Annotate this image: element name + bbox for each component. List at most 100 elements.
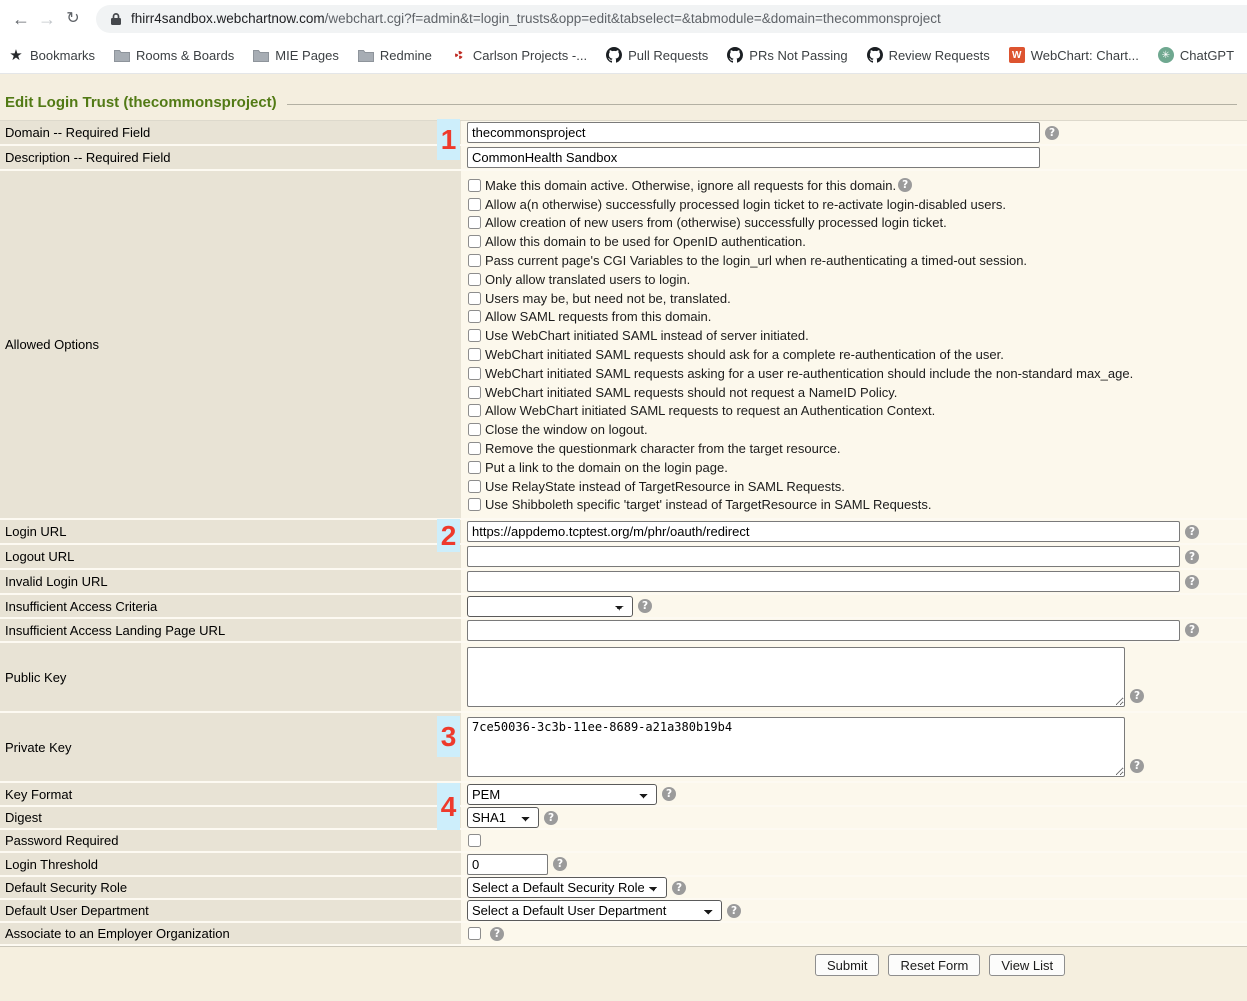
allowed-option-checkbox[interactable] [468,216,481,229]
logout-url-input[interactable] [467,546,1180,567]
allowed-option[interactable]: WebChart initiated SAML requests should … [467,345,1133,364]
bookmark-prs-not-passing[interactable]: PRs Not Passing [727,47,847,63]
view-list-button[interactable]: View List [989,954,1065,976]
private-key-textarea[interactable]: 7ce50036-3c3b-11ee-8689-a21a380b19b4 [467,717,1125,777]
digest-select[interactable]: SHA1 [467,807,539,828]
bookmark-label: Carlson Projects -... [473,48,587,63]
help-icon[interactable]: ? [1045,126,1059,140]
allowed-option[interactable]: Use RelayState instead of TargetResource… [467,477,1133,496]
allowed-option[interactable]: Allow WebChart initiated SAML requests t… [467,402,1133,421]
allowed-option-text: Only allow translated users to login. [485,272,690,287]
allowed-option-checkbox[interactable] [468,198,481,211]
bookmark-webchart[interactable]: W WebChart: Chart... [1009,47,1139,63]
forward-icon[interactable]: → [34,10,60,28]
allowed-option[interactable]: Use Shibboleth specific 'target' instead… [467,496,1133,515]
allowed-option-checkbox[interactable] [468,179,481,192]
insufficient-access-criteria-select[interactable] [467,596,633,617]
allowed-option[interactable]: Close the window on logout. [467,420,1133,439]
help-icon[interactable]: ? [1130,759,1144,773]
allowed-option-checkbox[interactable] [468,367,481,380]
employer-org-checkbox[interactable] [468,927,481,940]
help-icon[interactable]: ? [662,787,676,801]
allowed-option-checkbox[interactable] [468,498,481,511]
allowed-option[interactable]: Only allow translated users to login. [467,270,1133,289]
domain-input[interactable] [467,122,1040,143]
page-title: Edit Login Trust (thecommonsproject) [5,94,277,111]
help-icon[interactable]: ? [544,811,558,825]
allowed-option-text: Allow WebChart initiated SAML requests t… [485,403,935,418]
submit-button[interactable]: Submit [815,954,879,976]
reset-form-button[interactable]: Reset Form [888,954,980,976]
allowed-option-checkbox[interactable] [468,442,481,455]
allowed-option-checkbox[interactable] [468,235,481,248]
help-icon[interactable]: ? [672,881,686,895]
allowed-option-checkbox[interactable] [468,292,481,305]
allowed-option[interactable]: Remove the questionmark character from t… [467,439,1133,458]
password-required-checkbox[interactable] [468,834,481,847]
bookmark-label: Rooms & Boards [136,48,234,63]
default-security-role-select[interactable]: Select a Default Security Role [467,877,667,898]
allowed-option[interactable]: Pass current page's CGI Variables to the… [467,251,1133,270]
allowed-option-checkbox[interactable] [468,254,481,267]
login-url-value-cell: 2 ? [461,520,1247,543]
allowed-option-checkbox[interactable] [468,386,481,399]
allowed-option[interactable]: WebChart initiated SAML requests should … [467,383,1133,402]
bookmark-review-requests[interactable]: Review Requests [867,47,990,63]
help-icon[interactable]: ? [638,599,652,613]
allowed-option-checkbox[interactable] [468,310,481,323]
help-icon[interactable]: ? [1185,575,1199,589]
default-user-department-select[interactable]: Select a Default User Department [467,900,722,921]
allowed-option[interactable]: WebChart initiated SAML requests asking … [467,364,1133,383]
public-key-textarea[interactable] [467,647,1125,707]
bookmark-rooms-boards[interactable]: Rooms & Boards [114,47,234,63]
allowed-option[interactable]: Use WebChart initiated SAML instead of s… [467,326,1133,345]
reload-icon[interactable]: ↻ [60,11,86,27]
github-icon [727,47,743,63]
allowed-option-text: Put a link to the domain on the login pa… [485,460,728,475]
allowed-option[interactable]: Allow creation of new users from (otherw… [467,214,1133,233]
password-required-label: Password Required [0,830,461,851]
allowed-option-checkbox[interactable] [468,423,481,436]
back-icon[interactable]: ← [8,10,34,28]
allowed-option[interactable]: Put a link to the domain on the login pa… [467,458,1133,477]
allowed-option-checkbox[interactable] [468,273,481,286]
address-bar[interactable]: fhirr4sandbox.webchartnow.com/webchart.c… [96,5,1247,33]
help-icon[interactable]: ? [727,904,741,918]
help-icon[interactable]: ? [1130,689,1144,703]
allowed-option[interactable]: Allow SAML requests from this domain. [467,308,1133,327]
invalid-login-url-input[interactable] [467,571,1180,592]
allowed-option-checkbox[interactable] [468,329,481,342]
help-icon[interactable]: ? [490,927,504,941]
insufficient-access-landing-input[interactable] [467,620,1180,641]
default-user-department-label: Default User Department [0,900,461,921]
allowed-option[interactable]: Make this domain active. Otherwise, igno… [467,176,1133,195]
key-format-label: Key Format [0,783,461,805]
allowed-option[interactable]: Allow a(n otherwise) successfully proces… [467,195,1133,214]
bookmark-carlson-projects[interactable]: Carlson Projects -... [451,47,587,63]
allowed-option-checkbox[interactable] [468,480,481,493]
allowed-option-checkbox[interactable] [468,461,481,474]
annotation-1: 1 [437,119,460,160]
annotation-2: 2 [437,519,460,552]
allowed-option[interactable]: Users may be, but need not be, translate… [467,289,1133,308]
allowed-option-checkbox[interactable] [468,348,481,361]
help-icon[interactable]: ? [553,857,567,871]
allowed-option[interactable]: Allow this domain to be used for OpenID … [467,232,1133,251]
help-icon[interactable]: ? [898,178,912,192]
bookmark-mie-pages[interactable]: MIE Pages [253,47,339,63]
login-threshold-input[interactable] [467,854,548,875]
allowed-option-text: Use Shibboleth specific 'target' instead… [485,497,931,512]
login-url-input[interactable] [467,521,1180,542]
description-input[interactable] [467,147,1040,168]
bookmark-pull-requests[interactable]: Pull Requests [606,47,708,63]
bookmark-chatgpt[interactable]: ✳ ChatGPT [1158,47,1234,63]
help-icon[interactable]: ? [1185,623,1199,637]
allowed-option-text: WebChart initiated SAML requests asking … [485,366,1133,381]
allowed-option-checkbox[interactable] [468,404,481,417]
lock-icon[interactable] [110,12,122,26]
help-icon[interactable]: ? [1185,525,1199,539]
help-icon[interactable]: ? [1185,550,1199,564]
bookmark-bookmarks[interactable]: ★ Bookmarks [8,47,95,63]
bookmark-redmine[interactable]: Redmine [358,47,432,63]
key-format-select[interactable]: PEM [467,784,657,805]
